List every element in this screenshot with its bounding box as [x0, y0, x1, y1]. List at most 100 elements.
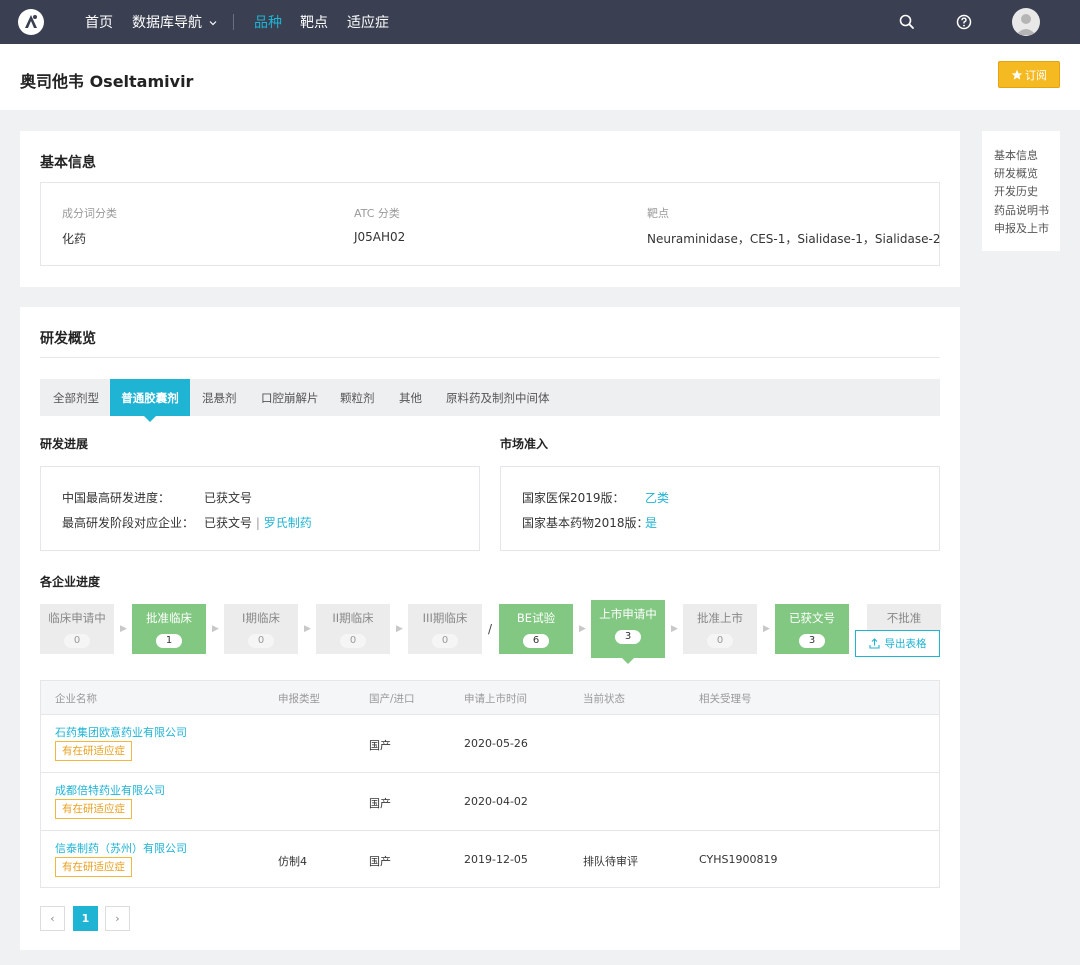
page-title: 奥司他韦 Oseltamivir	[20, 72, 194, 91]
company-link[interactable]: 石药集团欧意药业有限公司	[55, 724, 187, 740]
column-header[interactable]: 申请上市时间	[464, 691, 527, 706]
stage-slash: /	[488, 622, 493, 636]
essential-drug-label: 国家基本药物2018版：	[522, 516, 649, 530]
acceptance-number[interactable]: CYHS1900819	[699, 853, 777, 866]
tab-odt[interactable]: 口腔崩解片	[261, 390, 319, 406]
tab-other[interactable]: 其他	[399, 390, 422, 406]
company-table: 企业名称 申报类型 国产/进口 申请上市时间 当前状态 相关受理号 石药集团欧意…	[40, 680, 940, 888]
apply-date: 2020-04-02	[464, 795, 528, 808]
highest-company-value: 已获文号 | 罗氏制药	[204, 514, 312, 531]
column-header[interactable]: 申报类型	[278, 691, 320, 706]
stage-name: I期临床	[242, 611, 280, 625]
toc-item-filing[interactable]: 申报及上市	[994, 220, 1049, 236]
stage-count: 0	[707, 634, 733, 648]
toc-item-label[interactable]: 药品说明书	[994, 202, 1049, 218]
filing-type: 仿制4	[278, 855, 307, 868]
stage-count: 0	[64, 634, 90, 648]
company-link[interactable]: 成都倍特药业有限公司	[55, 782, 165, 798]
stage-clinical-approved[interactable]: 批准临床 1	[132, 604, 206, 654]
chevron-right-icon: ▶	[304, 624, 311, 634]
toc-item-history[interactable]: 开发历史	[994, 183, 1038, 199]
stage-market-application[interactable]: 上市申请中 3	[591, 600, 665, 664]
cn-highest-value: 已获文号	[204, 491, 253, 505]
stage-phase-3[interactable]: III期临床 0	[408, 604, 482, 654]
star-icon	[1011, 69, 1023, 80]
column-header[interactable]: 企业名称	[55, 691, 97, 706]
market-title: 市场准入	[500, 437, 549, 451]
stage-licensed[interactable]: 已获文号 3	[775, 604, 849, 654]
stage-count: 0	[432, 634, 458, 648]
nav-item-home[interactable]: 首页	[85, 12, 113, 32]
basic-info-box: 成分词分类 化药 ATC 分类 J05AH02 靶点 Neuraminidase…	[40, 182, 940, 266]
top-navbar: 首页 数据库导航 品种 靶点 适应症	[0, 0, 1080, 44]
stage-phase-1[interactable]: I期临床 0	[224, 604, 298, 654]
roche-link[interactable]: 罗氏制药	[264, 516, 312, 530]
tab-api[interactable]: 原料药及制剂中间体	[446, 390, 550, 406]
basic-info-card: 基本信息 成分词分类 化药 ATC 分类 J05AH02 靶点 Neuramin…	[20, 131, 960, 287]
stage-market-approved[interactable]: 批准上市 0	[683, 604, 757, 654]
avatar-icon[interactable]	[1012, 8, 1040, 36]
insurance-value[interactable]: 乙类	[645, 489, 669, 506]
export-table-button[interactable]: 导出表格	[855, 630, 940, 657]
export-label: 导出表格	[884, 638, 927, 650]
tab-capsule[interactable]: 普通胶囊剂	[110, 379, 190, 422]
pipeline-title: 各企业进度	[40, 575, 101, 589]
overview-title: 研发概览	[40, 331, 96, 347]
stage-name: 批准临床	[146, 611, 192, 625]
stage-phase-2[interactable]: II期临床 0	[316, 604, 390, 654]
toc-item-basic-info[interactable]: 基本信息	[994, 147, 1038, 163]
nav-item-targets[interactable]: 靶点	[300, 12, 328, 32]
help-icon[interactable]	[955, 13, 973, 31]
stage-count: 1	[156, 634, 182, 648]
tab-suspension[interactable]: 混悬剂	[202, 390, 237, 406]
next-page-button[interactable]: ›	[105, 906, 130, 931]
stage-count: 3	[799, 634, 825, 648]
stage-name: 批准上市	[697, 611, 743, 625]
subscribe-label: 订阅	[1025, 68, 1047, 82]
overview-divider	[40, 357, 940, 358]
stage-count: 6	[523, 634, 549, 648]
stage-name: 已获文号	[789, 611, 835, 625]
chevron-down-icon	[210, 21, 217, 26]
table-row: 信泰制药（苏州）有限公司 有在研适应症 仿制4 国产 2019-12-05 排队…	[41, 831, 939, 887]
highest-stage-text: 已获文号	[204, 516, 253, 530]
indication-tag: 有在研适应症	[55, 799, 132, 819]
stage-rejected[interactable]: 不批准	[867, 604, 941, 630]
column-header[interactable]: 当前状态	[583, 691, 625, 706]
chevron-right-icon: ▶	[763, 624, 770, 634]
nav-item-database[interactable]: 数据库导航	[132, 12, 217, 32]
toc-item-overview[interactable]: 研发概览	[994, 165, 1038, 181]
tab-granule[interactable]: 颗粒剂	[340, 390, 375, 406]
indication-tag: 有在研适应症	[55, 741, 132, 761]
target-label: 靶点	[647, 207, 669, 220]
column-header[interactable]: 国产/进口	[369, 691, 415, 706]
prev-page-button[interactable]: ‹	[40, 906, 65, 931]
apply-date: 2020-05-26	[464, 737, 528, 750]
insurance-label: 国家医保2019版：	[522, 491, 625, 505]
search-icon[interactable]	[898, 13, 916, 31]
separator: |	[255, 516, 260, 530]
essential-drug-value[interactable]: 是	[645, 514, 657, 531]
column-header[interactable]: 相关受理号	[699, 691, 752, 706]
stage-clinical-application[interactable]: 临床申请中 0	[40, 604, 114, 654]
chevron-right-icon: ▶	[212, 624, 219, 634]
page-button-1[interactable]: 1	[73, 906, 98, 931]
nav-item-database-label: 数据库导航	[132, 15, 202, 31]
stage-name: II期临床	[332, 611, 374, 625]
stage-count: 3	[615, 630, 641, 644]
nav-divider	[233, 14, 234, 30]
nav-item-varieties[interactable]: 品种	[254, 12, 282, 32]
logo-icon[interactable]	[18, 9, 44, 35]
nav-item-indications[interactable]: 适应症	[347, 12, 389, 32]
atc-class-label: ATC 分类	[354, 207, 400, 220]
table-row: 石药集团欧意药业有限公司 有在研适应症 国产 2020-05-26	[41, 715, 939, 773]
ingredient-class-value: 化药	[62, 232, 87, 246]
company-link[interactable]: 信泰制药（苏州）有限公司	[55, 840, 187, 856]
table-row: 成都倍特药业有限公司 有在研适应症 国产 2020-04-02	[41, 773, 939, 831]
atc-class-value: J05AH02	[354, 230, 406, 244]
chevron-right-icon: ▶	[396, 624, 403, 634]
subscribe-button[interactable]: 订阅	[998, 61, 1060, 88]
stage-be-trial[interactable]: BE试验 6	[499, 604, 573, 654]
indication-tag: 有在研适应症	[55, 857, 132, 877]
tab-all-forms[interactable]: 全部剂型	[53, 390, 99, 406]
